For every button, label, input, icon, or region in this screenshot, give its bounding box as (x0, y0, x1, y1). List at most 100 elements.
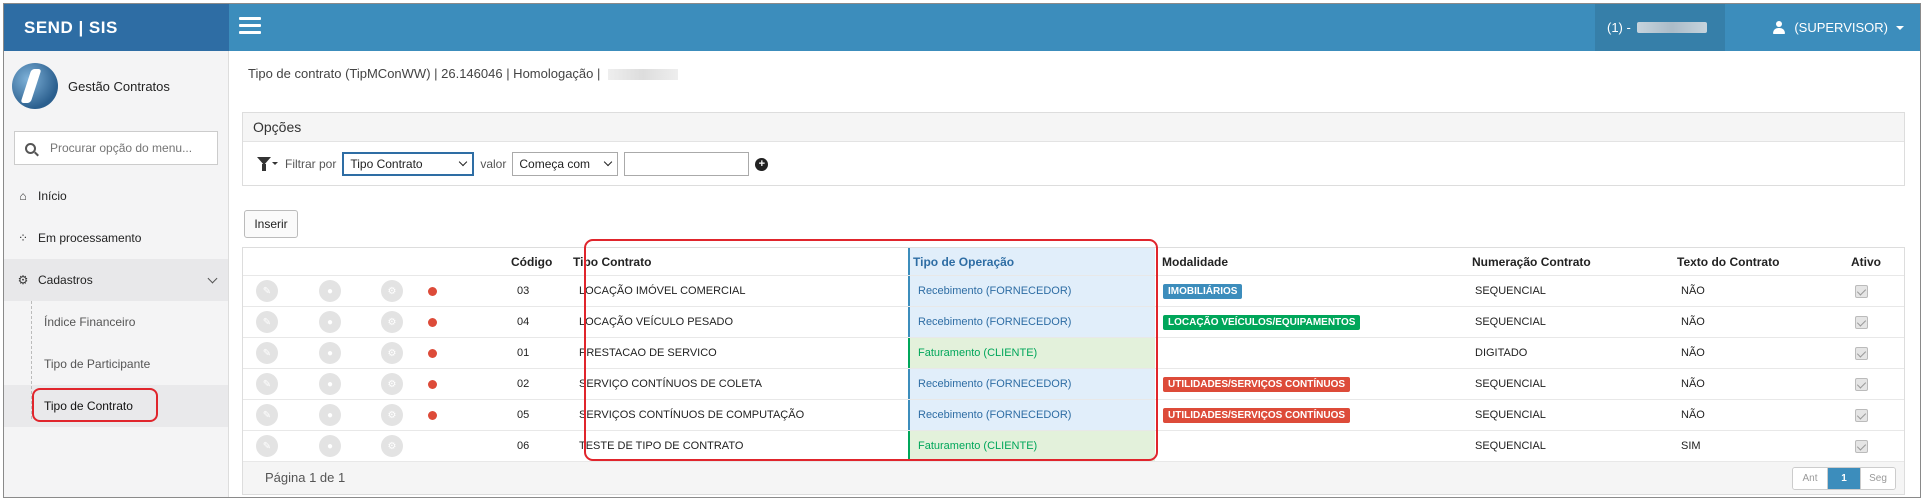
sidebar-item-cadastros[interactable]: ⚙ Cadastros (4, 259, 228, 301)
ativo-checkbox[interactable] (1855, 408, 1868, 422)
gear-icon[interactable]: ⚙ (381, 373, 403, 395)
caret-down-icon (1896, 25, 1904, 30)
col-header-texto[interactable]: Texto do Contrato (1677, 248, 1779, 275)
codigo-cell: 01 (517, 347, 530, 359)
view-icon[interactable]: ● (319, 435, 341, 457)
options-title: Opções (243, 113, 1904, 142)
tipo-operacao-cell: Faturamento (CLIENTE) (918, 440, 1038, 452)
modalidade-badge: UTILIDADES/SERVIÇOS CONTÍNUOS (1163, 407, 1351, 423)
ativo-checkbox[interactable] (1855, 346, 1868, 360)
gear-icon[interactable]: ⚙ (381, 280, 403, 302)
codigo-cell: 03 (517, 285, 530, 297)
col-header-numeracao[interactable]: Numeração Contrato (1472, 248, 1591, 275)
pager-prev-button[interactable]: Ant (1793, 468, 1827, 489)
tipo-contrato-cell: TESTE DE TIPO DE CONTRATO (579, 440, 744, 452)
texto-contrato-cell: NÃO (1681, 316, 1705, 328)
environment-selector[interactable]: (1) - (1595, 4, 1725, 51)
sidebar: Gestão Contratos ⌂ Início ⁘ Em processam… (4, 51, 229, 497)
numeracao-cell: SEQUENCIAL (1475, 378, 1546, 390)
insert-button[interactable]: Inserir (244, 210, 298, 238)
col-header-codigo[interactable]: Código (511, 248, 552, 275)
operator-select[interactable]: Começa com (512, 152, 619, 176)
numeracao-cell: SEQUENCIAL (1475, 285, 1546, 297)
pager-current-page[interactable]: 1 (1827, 468, 1861, 489)
gear-icon[interactable]: ⚙ (381, 311, 403, 333)
ativo-checkbox[interactable] (1855, 284, 1868, 298)
filter-field-select[interactable]: Tipo Contrato (342, 152, 475, 176)
view-icon[interactable]: ● (319, 311, 341, 333)
app-window: SEND | SIS (1) - (SUPERVISOR) Gestão Con… (3, 3, 1921, 498)
view-icon[interactable]: ● (319, 404, 341, 426)
table-row[interactable]: ✎ ● ⚙ 06 TESTE DE TIPO DE CONTRATO Faturament… (243, 431, 1904, 462)
menu-search-input[interactable] (50, 141, 210, 155)
edit-icon[interactable]: ✎ (256, 280, 278, 302)
table-row[interactable]: ✎ ● ⚙ 01 PRESTACAO DE SERVICO Faturamento (CL… (243, 338, 1904, 369)
texto-contrato-cell: NÃO (1681, 378, 1705, 390)
environment-label: (1) - (1607, 20, 1631, 35)
view-icon[interactable]: ● (319, 373, 341, 395)
pager-next-button[interactable]: Seg (1861, 468, 1895, 489)
col-header-modalidade[interactable]: Modalidade (1162, 248, 1228, 275)
ativo-checkbox[interactable] (1855, 377, 1868, 391)
edit-icon[interactable]: ✎ (256, 311, 278, 333)
sidebar-item-inicio[interactable]: ⌂ Início (4, 175, 228, 217)
menu-toggle-icon[interactable] (239, 17, 261, 35)
sidebar-header: Gestão Contratos (4, 51, 228, 121)
numeracao-cell: SEQUENCIAL (1475, 316, 1546, 328)
status-dot-icon (428, 348, 437, 358)
texto-contrato-cell: NÃO (1681, 347, 1705, 359)
numeracao-cell: DIGITADO (1475, 347, 1528, 359)
filter-row: Filtrar por Tipo Contrato valor Começa c… (243, 142, 1904, 186)
brand-logo[interactable]: SEND | SIS (4, 4, 229, 51)
edit-icon[interactable]: ✎ (256, 373, 278, 395)
tipo-contrato-cell: LOCAÇÃO VEÍCULO PESADO (579, 316, 734, 328)
col-header-tipo-contrato[interactable]: Tipo Contrato (573, 248, 651, 275)
table-row[interactable]: ✎ ● ⚙ 03 LOCAÇÃO IMÓVEL COMERCIAL Recebimento… (243, 276, 1904, 307)
operator-value: Começa com (519, 157, 591, 171)
gear-icon[interactable]: ⚙ (381, 342, 403, 364)
col-header-ativo[interactable]: Ativo (1851, 248, 1881, 275)
tipo-operacao-cell: Faturamento (CLIENTE) (918, 347, 1038, 359)
view-icon[interactable]: ● (319, 280, 341, 302)
edit-icon[interactable]: ✎ (256, 342, 278, 364)
view-icon[interactable]: ● (319, 342, 341, 364)
gear-icon[interactable]: ⚙ (381, 404, 403, 426)
sidebar-subitem-tipo-contrato[interactable]: Tipo de Contrato (4, 385, 228, 427)
sidebar-item-em-processamento[interactable]: ⁘ Em processamento (4, 217, 228, 259)
table-row[interactable]: ✎ ● ⚙ 05 SERVIÇOS CONTÍNUOS DE COMPUTAÇÃO Rec… (243, 400, 1904, 431)
sidebar-subitem-tipo-participante[interactable]: Tipo de Participante (4, 343, 228, 385)
table-row[interactable]: ✎ ● ⚙ 02 SERVIÇO CONTÍNUOS DE COLETA Recebime… (243, 369, 1904, 400)
modalidade-badge: LOCAÇÃO VEÍCULOS/EQUIPAMENTOS (1163, 314, 1361, 330)
filter-value-input[interactable] (624, 152, 750, 176)
sidebar-subitem-indice-financeiro[interactable]: Índice Financeiro (4, 301, 228, 343)
sidebar-item-label: Em processamento (38, 231, 142, 245)
chevron-down-icon (604, 157, 613, 167)
edit-icon[interactable]: ✎ (256, 435, 278, 457)
table-row[interactable]: ✎ ● ⚙ 04 LOCAÇÃO VEÍCULO PESADO Recebimento (… (243, 307, 1904, 338)
texto-contrato-cell: NÃO (1681, 409, 1705, 421)
user-menu[interactable]: (SUPERVISOR) (1772, 4, 1904, 51)
add-filter-icon[interactable]: + (755, 157, 769, 171)
ativo-checkbox[interactable] (1855, 439, 1868, 453)
modalidade-badge: UTILIDADES/SERVIÇOS CONTÍNUOS (1163, 376, 1351, 392)
value-label: valor (480, 157, 507, 171)
col-header-tipo-operacao[interactable]: Tipo de Operação (913, 248, 1014, 275)
edit-icon[interactable]: ✎ (256, 404, 278, 426)
tipo-contrato-cell: PRESTACAO DE SERVICO (579, 347, 717, 359)
ativo-checkbox[interactable] (1855, 315, 1868, 329)
cogs-icon: ⚙ (17, 273, 29, 287)
user-icon (1772, 20, 1786, 35)
sidebar-menu: ⌂ Início ⁘ Em processamento ⚙ Cadastros … (4, 175, 228, 427)
filter-icon[interactable] (257, 156, 278, 172)
numeracao-cell: SEQUENCIAL (1475, 409, 1546, 421)
codigo-cell: 04 (517, 316, 530, 328)
status-dot-icon (428, 410, 437, 420)
gear-icon[interactable]: ⚙ (381, 435, 403, 457)
tipo-contrato-cell: SERVIÇOS CONTÍNUOS DE COMPUTAÇÃO (579, 409, 805, 421)
numeracao-cell: SEQUENCIAL (1475, 440, 1546, 452)
module-title: Gestão Contratos (68, 78, 170, 94)
breadcrumb: Tipo de contrato (TipMConWW) | 26.146046… (248, 66, 679, 81)
menu-search[interactable] (14, 131, 218, 165)
cadastros-submenu: Índice Financeiro Tipo de Participante T… (4, 301, 228, 427)
tipo-operacao-cell: Recebimento (FORNECEDOR) (918, 285, 1072, 297)
